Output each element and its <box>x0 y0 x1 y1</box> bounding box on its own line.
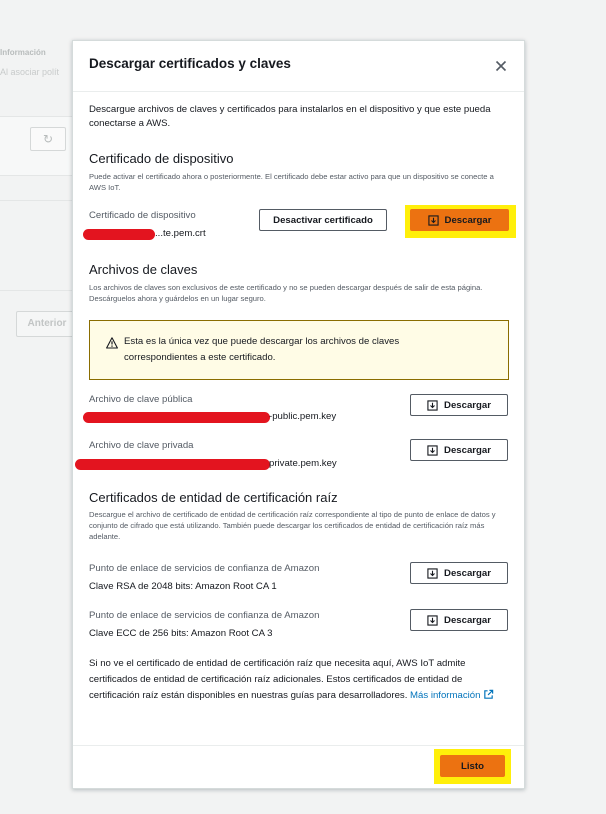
background-divider <box>0 290 72 291</box>
deactivate-certificate-button[interactable]: Desactivar certificado <box>259 209 387 231</box>
redaction-mark <box>83 412 270 423</box>
more-info-link-text: Más información <box>410 690 481 701</box>
root-ca-note: Si no ve el certificado de entidad de ce… <box>89 656 513 704</box>
root-ca-value-1: Clave RSA de 2048 bits: Amazon Root CA 1 <box>89 581 277 592</box>
device-cert-filename: ...te.pem.crt <box>155 228 206 239</box>
download-icon <box>427 214 439 226</box>
root-ca-title: Certificados de entidad de certificación… <box>89 490 338 505</box>
download-label: Descargar <box>444 444 491 456</box>
public-key-filename: -public.pem.key <box>269 411 337 422</box>
download-icon <box>427 614 438 626</box>
device-cert-label: Certificado de dispositivo <box>89 210 196 221</box>
warning-icon <box>106 337 118 349</box>
download-root-ca-3-button[interactable]: Descargar <box>410 609 508 631</box>
download-root-ca-1-button[interactable]: Descargar <box>410 562 508 584</box>
background-info-label: Información <box>0 48 46 57</box>
redaction-mark <box>75 459 270 470</box>
done-label: Listo <box>461 760 484 772</box>
close-icon[interactable] <box>493 58 509 74</box>
download-label: Descargar <box>444 399 491 411</box>
modal-footer: Listo <box>73 745 524 789</box>
modal-intro: Descargue archivos de claves y certifica… <box>89 104 491 129</box>
previous-button: Anterior <box>16 311 78 337</box>
download-label: Descargar <box>444 567 491 579</box>
key-files-description: Los archivos de claves son exclusivos de… <box>89 283 483 303</box>
download-icon <box>427 444 438 456</box>
root-ca-endpoint-label-1: Punto de enlace de servicios de confianz… <box>89 563 320 574</box>
root-ca-value-2: Clave ECC de 256 bits: Amazon Root CA 3 <box>89 628 273 639</box>
more-info-link[interactable]: Más información <box>410 689 494 701</box>
redaction-mark <box>83 229 155 240</box>
key-files-title: Archivos de claves <box>89 262 198 277</box>
download-device-cert-button[interactable]: Descargar <box>410 209 509 231</box>
public-key-label: Archivo de clave pública <box>89 394 193 405</box>
external-link-icon <box>484 689 494 699</box>
private-key-label: Archivo de clave privada <box>89 440 194 451</box>
device-cert-description: Puede activar el certificado ahora o pos… <box>89 172 494 192</box>
download-private-key-button[interactable]: Descargar <box>410 439 508 461</box>
modal-header: Descargar certificados y claves <box>73 41 524 92</box>
background-subtext: Al asociar polít <box>0 67 60 77</box>
download-icon <box>427 399 438 411</box>
download-certificates-modal: Descargar certificados y claves Descargu… <box>72 40 525 789</box>
refresh-icon: ↻ <box>30 127 66 151</box>
download-public-key-button[interactable]: Descargar <box>410 394 508 416</box>
modal-title: Descargar certificados y claves <box>89 56 291 71</box>
root-ca-description: Descargue el archivo de certificado de e… <box>89 510 496 541</box>
private-key-filename: private.pem.key <box>269 458 337 469</box>
background-divider <box>0 200 72 201</box>
done-button[interactable]: Listo <box>440 755 505 777</box>
download-label: Descargar <box>444 614 491 626</box>
root-ca-endpoint-label-2: Punto de enlace de servicios de confianz… <box>89 610 320 621</box>
device-cert-title: Certificado de dispositivo <box>89 151 234 166</box>
warning-text: Esta es la única vez que puede descargar… <box>124 336 400 363</box>
download-label: Descargar <box>444 214 492 226</box>
warning-alert: Esta es la única vez que puede descargar… <box>89 320 509 380</box>
deactivate-certificate-label: Desactivar certificado <box>273 214 373 226</box>
download-icon <box>427 567 438 579</box>
